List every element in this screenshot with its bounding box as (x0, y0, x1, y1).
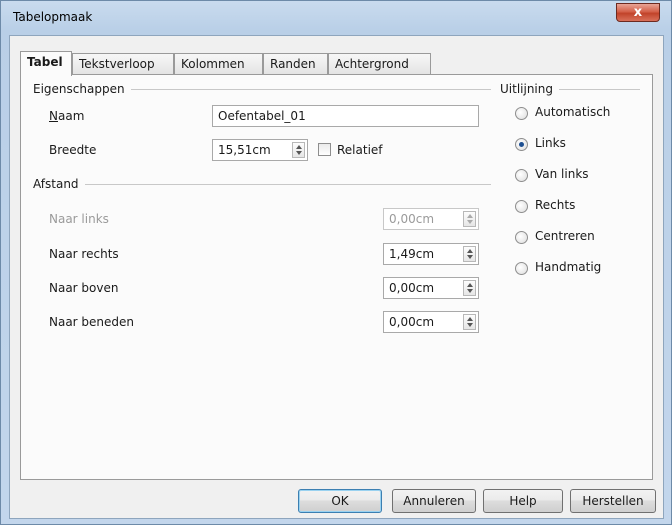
spin-down-icon[interactable] (467, 220, 473, 224)
tab-achtergrond[interactable]: Achtergrond (328, 53, 431, 75)
left-spacing-spin-buttons[interactable] (463, 211, 476, 227)
width-value: 15,51cm (218, 143, 271, 157)
title-bar: Tabelopmaak x (1, 1, 671, 35)
close-button[interactable]: x (616, 3, 660, 22)
relative-checkbox[interactable] (318, 143, 331, 156)
right-spacing-label: Naar rechts (49, 247, 119, 261)
radio-centreren[interactable] (515, 231, 528, 244)
name-field[interactable]: Oefentabel_01 (212, 105, 479, 127)
radio-rechts[interactable] (515, 200, 528, 213)
spin-up-icon[interactable] (467, 249, 473, 253)
name-label: Naam (49, 109, 84, 123)
right-spacing-spin-buttons[interactable] (463, 246, 476, 262)
radio-label-handmatig: Handmatig (535, 260, 602, 274)
dialog-window: Tabelopmaak x Tabel Tekstverloop Kolomme… (0, 0, 672, 525)
radio-label-van-links: Van links (535, 167, 589, 181)
bottom-spacing-spin-buttons[interactable] (463, 314, 476, 330)
ok-button[interactable]: OK (298, 489, 382, 513)
radio-van-links[interactable] (515, 169, 528, 182)
radio-label-links: Links (535, 136, 566, 150)
spin-up-icon[interactable] (467, 283, 473, 287)
window-title: Tabelopmaak (13, 10, 93, 24)
top-spacing-spinner[interactable]: 0,00cm (383, 277, 479, 299)
spin-up-icon[interactable] (467, 214, 473, 218)
cancel-button[interactable]: Annuleren (392, 489, 476, 513)
tab-tabel[interactable]: Tabel (20, 51, 72, 76)
radio-label-rechts: Rechts (535, 198, 576, 212)
spin-up-icon[interactable] (467, 317, 473, 321)
left-spacing-label: Naar links (49, 212, 109, 226)
name-label-rest: aam (57, 109, 85, 123)
name-label-mnemonic: N (49, 109, 58, 123)
left-spacing-value: 0,00cm (389, 212, 435, 226)
bottom-spacing-spinner[interactable]: 0,00cm (383, 311, 479, 333)
top-spacing-label: Naar boven (49, 281, 119, 295)
tab-randen[interactable]: Randen (263, 53, 328, 75)
dialog-body: Tabel Tekstverloop Kolommen Randen Achte… (9, 35, 664, 519)
spin-up-icon[interactable] (296, 145, 302, 149)
radio-links[interactable] (515, 138, 528, 151)
radio-automatisch[interactable] (515, 107, 528, 120)
right-spacing-value: 1,49cm (389, 247, 435, 261)
radio-handmatig[interactable] (515, 262, 528, 275)
spacing-heading: Afstand (33, 177, 79, 191)
alignment-heading: Uitlijning (500, 82, 553, 96)
tab-kolommen[interactable]: Kolommen (174, 53, 263, 75)
properties-heading: Eigenschappen (33, 82, 125, 96)
properties-section-header: Eigenschappen (33, 82, 491, 96)
width-spin-buttons[interactable] (292, 142, 305, 158)
tab-tekstverloop[interactable]: Tekstverloop (72, 53, 174, 75)
reset-button[interactable]: Herstellen (570, 489, 656, 513)
alignment-section-header: Uitlijning (500, 82, 640, 96)
width-label: Breedte (49, 143, 97, 157)
relative-label: Relatief (337, 143, 383, 157)
spin-down-icon[interactable] (296, 151, 302, 155)
left-spacing-spinner[interactable]: 0,00cm (383, 208, 479, 230)
top-spacing-spin-buttons[interactable] (463, 280, 476, 296)
help-button[interactable]: Help (483, 489, 563, 513)
spacing-section-header: Afstand (33, 177, 491, 191)
spin-down-icon[interactable] (467, 255, 473, 259)
spin-down-icon[interactable] (467, 289, 473, 293)
bottom-spacing-value: 0,00cm (389, 315, 435, 329)
right-spacing-spinner[interactable]: 1,49cm (383, 243, 479, 265)
width-spinner[interactable]: 15,51cm (212, 139, 308, 161)
top-spacing-value: 0,00cm (389, 281, 435, 295)
radio-label-centreren: Centreren (535, 229, 595, 243)
spin-down-icon[interactable] (467, 323, 473, 327)
bottom-spacing-label: Naar beneden (49, 315, 135, 329)
tab-panel-tabel: Eigenschappen Naam Oefentabel_01 Breedte… (20, 74, 653, 480)
radio-label-automatisch: Automatisch (535, 105, 611, 119)
